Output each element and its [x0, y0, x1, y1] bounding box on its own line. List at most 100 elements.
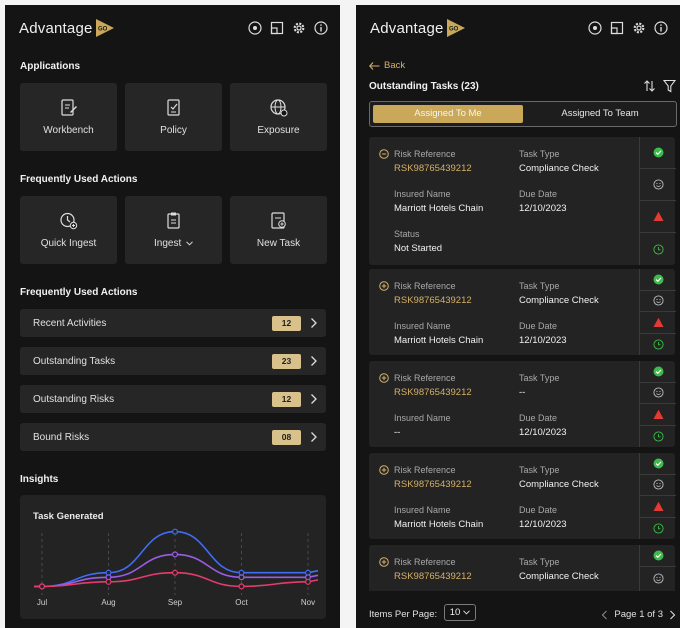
collapse-icon[interactable] [379, 149, 389, 159]
gear-icon[interactable] [292, 21, 306, 35]
data-point [172, 569, 179, 576]
profile-icon[interactable] [248, 21, 262, 35]
app-card-exposure[interactable]: Exposure [230, 83, 327, 151]
task-status-icons [639, 269, 676, 356]
recent-activities-row[interactable]: Recent Activities 12 [20, 309, 326, 337]
warning-triangle-icon [653, 409, 663, 419]
quick-ingest-button[interactable]: Quick Ingest [20, 196, 117, 264]
data-point [39, 583, 46, 590]
count-badge: 23 [272, 354, 301, 369]
check-circle-icon [653, 366, 663, 377]
layout-icon[interactable] [610, 21, 624, 35]
frequent-actions-heading-2: Frequently Used Actions [20, 287, 138, 298]
insured-name-value: Marriott Hotels Chain [394, 203, 484, 214]
gear-icon[interactable] [632, 21, 646, 35]
risk-reference-link[interactable]: RSK98765439212 [394, 295, 472, 306]
check-circle-icon [653, 458, 663, 469]
status-slot[interactable] [640, 269, 676, 291]
top-icons [588, 21, 668, 35]
action-row-label: Recent Activities [33, 318, 107, 329]
status-slot[interactable] [640, 404, 676, 426]
status-slot[interactable] [640, 567, 676, 592]
bound-risks-row[interactable]: Bound Risks 08 [20, 423, 326, 451]
expand-icon[interactable] [379, 557, 389, 567]
status-slot[interactable] [640, 233, 676, 265]
status-slot[interactable] [640, 361, 676, 383]
new-task-icon [271, 212, 286, 229]
action-row-label: Outstanding Tasks [33, 356, 116, 367]
brand-logo[interactable]: Advantage GO [370, 19, 465, 37]
risk-reference-link[interactable]: RSK98765439212 [394, 163, 472, 174]
insured-name-value: Marriott Hotels Chain [394, 519, 484, 530]
task-card-body: Risk Reference RSK98765439212 Task Type … [369, 545, 639, 591]
frequent-actions-heading: Frequently Used Actions [20, 174, 138, 185]
risk-reference-link[interactable]: RSK98765439212 [394, 571, 472, 582]
status-slot[interactable] [640, 453, 676, 475]
chevron-down-icon [186, 241, 193, 246]
outstanding-tasks-row[interactable]: Outstanding Tasks 23 [20, 347, 326, 375]
status-slot[interactable] [640, 426, 676, 448]
task-type-label: Task Type [519, 373, 560, 383]
pager: Page 1 of 3 [601, 609, 676, 620]
items-per-page-select[interactable]: 10 [444, 604, 476, 621]
app-card-workbench[interactable]: Workbench [20, 83, 117, 151]
task-card[interactable]: Risk Reference RSK98765439212 Task Type … [369, 137, 676, 265]
info-icon[interactable] [654, 21, 668, 35]
data-point [172, 551, 179, 558]
back-link[interactable]: Back [369, 60, 405, 71]
expand-icon[interactable] [379, 373, 389, 383]
due-date-value: 12/10/2023 [519, 427, 567, 438]
task-card[interactable]: Risk Reference RSK98765439212 Task Type … [369, 269, 676, 356]
insured-name-label: Insured Name [394, 413, 451, 423]
check-circle-icon [653, 147, 663, 158]
sort-icon[interactable] [643, 79, 656, 93]
brand-mark-icon: GO [446, 19, 465, 37]
task-card[interactable]: Risk Reference RSK98765439212 Task Type … [369, 545, 676, 592]
status-slot[interactable] [640, 291, 676, 312]
brand-mark-text: GO [98, 27, 108, 33]
chevron-right-icon[interactable] [669, 610, 676, 620]
new-task-button[interactable]: New Task [230, 196, 327, 264]
brand-logo[interactable]: Advantage GO [19, 19, 114, 37]
status-slot[interactable] [640, 334, 676, 356]
filter-icon[interactable] [663, 79, 676, 93]
ingest-dropdown-button[interactable]: Ingest [125, 196, 222, 264]
smiley-icon [652, 573, 664, 584]
task-card[interactable]: Risk Reference RSK98765439212 Task Type … [369, 361, 676, 448]
expand-icon[interactable] [379, 465, 389, 475]
profile-icon[interactable] [588, 21, 602, 35]
home-panel: Advantage GO Applications Workbench Poli… [5, 5, 340, 628]
expand-icon[interactable] [379, 281, 389, 291]
status-slot[interactable] [640, 383, 676, 404]
tab-assigned-to-me[interactable]: Assigned To Me [373, 105, 523, 123]
status-slot[interactable] [640, 496, 676, 518]
risk-reference-link[interactable]: RSK98765439212 [394, 479, 472, 490]
status-slot[interactable] [640, 312, 676, 334]
status-slot[interactable] [640, 169, 676, 201]
risk-reference-label: Risk Reference [394, 149, 456, 159]
outstanding-risks-row[interactable]: Outstanding Risks 12 [20, 385, 326, 413]
clock-icon [652, 523, 664, 534]
applications-heading: Applications [20, 61, 81, 72]
info-icon[interactable] [314, 21, 328, 35]
risk-reference-link[interactable]: RSK98765439212 [394, 387, 472, 398]
status-slot[interactable] [640, 475, 676, 496]
status-slot[interactable] [640, 518, 676, 540]
task-card[interactable]: Risk Reference RSK98765439212 Task Type … [369, 453, 676, 540]
task-type-value: -- [519, 387, 526, 398]
top-bar: Advantage GO [356, 5, 680, 53]
brand-name: Advantage [370, 19, 444, 37]
task-card-body: Risk Reference RSK98765439212 Task Type … [369, 269, 639, 355]
status-slot[interactable] [640, 137, 676, 169]
check-circle-icon [653, 274, 663, 285]
x-tick-label: Nov [301, 598, 315, 607]
tab-assigned-to-team[interactable]: Assigned To Team [526, 105, 674, 123]
status-slot[interactable] [640, 545, 676, 567]
chevron-left-icon[interactable] [601, 610, 608, 620]
status-slot[interactable] [640, 201, 676, 233]
app-card-policy[interactable]: Policy [125, 83, 222, 151]
task-type-value: Compliance Check [519, 571, 599, 582]
smiley-icon [652, 295, 664, 306]
layout-icon[interactable] [270, 21, 284, 35]
task-status-icons [639, 361, 676, 448]
